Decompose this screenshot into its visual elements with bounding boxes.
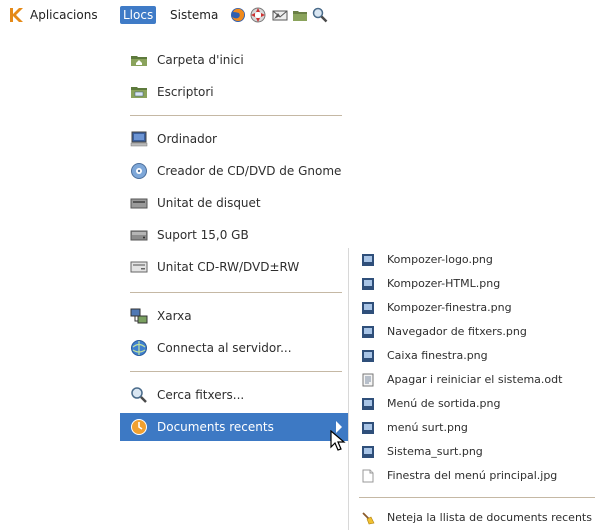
image-file-icon [362, 422, 374, 434]
menu-item-label: Suport 15,0 GB [157, 228, 249, 242]
search-icon[interactable] [312, 7, 328, 23]
image-file-icon [362, 302, 374, 314]
image-file-icon [362, 446, 374, 458]
network-icon [130, 308, 148, 324]
computer-icon [130, 131, 148, 147]
recent-document-item[interactable]: Finestra del menú principal.jpg [349, 464, 600, 488]
image-file-icon [362, 254, 374, 266]
recent-document-item[interactable]: menú surt.png [349, 416, 600, 440]
menu-item-recent-documents[interactable]: Documents recents [120, 413, 348, 441]
folder-icon[interactable] [292, 7, 308, 23]
text-file-icon [362, 469, 374, 483]
broom-icon [362, 512, 375, 525]
menu-llocs[interactable]: Llocs [120, 6, 157, 24]
recent-document-item[interactable]: Sistema_surt.png [349, 440, 600, 464]
mail-icon[interactable] [272, 7, 288, 23]
menu-item-network[interactable]: Xarxa [120, 302, 348, 330]
menu-separator [130, 292, 342, 293]
image-file-icon [362, 326, 374, 338]
home-folder-icon [131, 56, 147, 66]
menu-item-optical[interactable]: Unitat CD-RW/DVD±RW [120, 253, 348, 281]
recent-document-label: Apagar i reiniciar el sistema.odt [387, 373, 563, 386]
floppy-drive-icon [130, 198, 148, 209]
firefox-icon[interactable] [230, 7, 246, 23]
desktop-folder-icon [131, 87, 147, 98]
kde-logo-icon[interactable] [8, 6, 26, 24]
menu-item-label: Unitat de disquet [157, 196, 261, 210]
menu-item-label: Xarxa [157, 309, 192, 323]
menu-item-label: Escriptori [157, 85, 214, 99]
recent-document-label: Kompozer-HTML.png [387, 277, 501, 290]
menu-separator [130, 115, 342, 116]
recent-document-item[interactable]: Kompozer-finestra.png [349, 296, 600, 320]
menu-item-label: Ordinador [157, 132, 217, 146]
recent-document-item[interactable]: Caixa finestra.png [349, 344, 600, 368]
image-file-icon [362, 398, 374, 410]
menu-sistema[interactable]: Sistema [170, 6, 218, 24]
menu-separator [359, 497, 595, 498]
menu-item-home[interactable]: Carpeta d'inici [120, 46, 348, 74]
menu-separator [130, 371, 342, 372]
cd-burner-icon [131, 163, 147, 179]
connect-server-icon [131, 340, 147, 356]
recent-document-label: Finestra del menú principal.jpg [387, 469, 558, 482]
image-file-icon [362, 350, 374, 362]
top-panel: Aplicacions Llocs Sistema [0, 0, 600, 30]
recent-document-item[interactable]: Apagar i reiniciar el sistema.odt [349, 368, 600, 392]
places-menu: Carpeta d'inici Escriptori Ordinador Cre… [120, 30, 348, 450]
search-icon [131, 387, 147, 403]
recent-documents-submenu: Kompozer-logo.png Kompozer-HTML.png Komp… [348, 248, 600, 530]
menu-item-label: Cerca fitxers... [157, 388, 245, 402]
menu-aplicacions[interactable]: Aplicacions [30, 6, 98, 24]
menu-item-cd-burner[interactable]: Creador de CD/DVD de Gnome [120, 157, 348, 185]
hard-drive-icon [130, 230, 148, 241]
menu-item-connect-server[interactable]: Connecta al servidor... [120, 334, 348, 362]
menu-item-storage[interactable]: Suport 15,0 GB [120, 221, 348, 249]
recent-documents-icon [131, 419, 147, 435]
recent-document-label: Sistema_surt.png [387, 445, 483, 458]
recent-document-item[interactable]: Menú de sortida.png [349, 392, 600, 416]
recent-document-label: Menú de sortida.png [387, 397, 501, 410]
recent-document-label: Kompozer-finestra.png [387, 301, 512, 314]
document-file-icon [362, 373, 374, 387]
recent-document-label: Navegador de fitxers.png [387, 325, 527, 338]
menu-item-search[interactable]: Cerca fitxers... [120, 381, 348, 409]
menu-item-label: Unitat CD-RW/DVD±RW [157, 260, 300, 274]
recent-document-label: menú surt.png [387, 421, 468, 434]
recent-document-item[interactable]: Kompozer-logo.png [349, 248, 600, 272]
optical-drive-icon [130, 261, 148, 273]
recent-document-item[interactable]: Kompozer-HTML.png [349, 272, 600, 296]
menu-item-floppy[interactable]: Unitat de disquet [120, 189, 348, 217]
menu-item-label: Connecta al servidor... [157, 341, 292, 355]
image-file-icon [362, 278, 374, 290]
menu-item-desktop[interactable]: Escriptori [120, 78, 348, 106]
menu-item-label: Creador de CD/DVD de Gnome [157, 164, 342, 178]
recent-document-label: Kompozer-logo.png [387, 253, 493, 266]
help-icon[interactable] [250, 7, 266, 23]
menu-item-label: Documents recents [157, 420, 274, 434]
menu-item-computer[interactable]: Ordinador [120, 125, 348, 153]
menu-item-label: Carpeta d'inici [157, 53, 244, 67]
recent-document-item[interactable]: Navegador de fitxers.png [349, 320, 600, 344]
clear-recent-documents-label: Neteja la llista de documents recents [387, 511, 592, 524]
clear-recent-documents-item[interactable]: Neteja la llista de documents recents [349, 506, 600, 530]
recent-document-label: Caixa finestra.png [387, 349, 488, 362]
mouse-cursor-icon [330, 430, 346, 451]
